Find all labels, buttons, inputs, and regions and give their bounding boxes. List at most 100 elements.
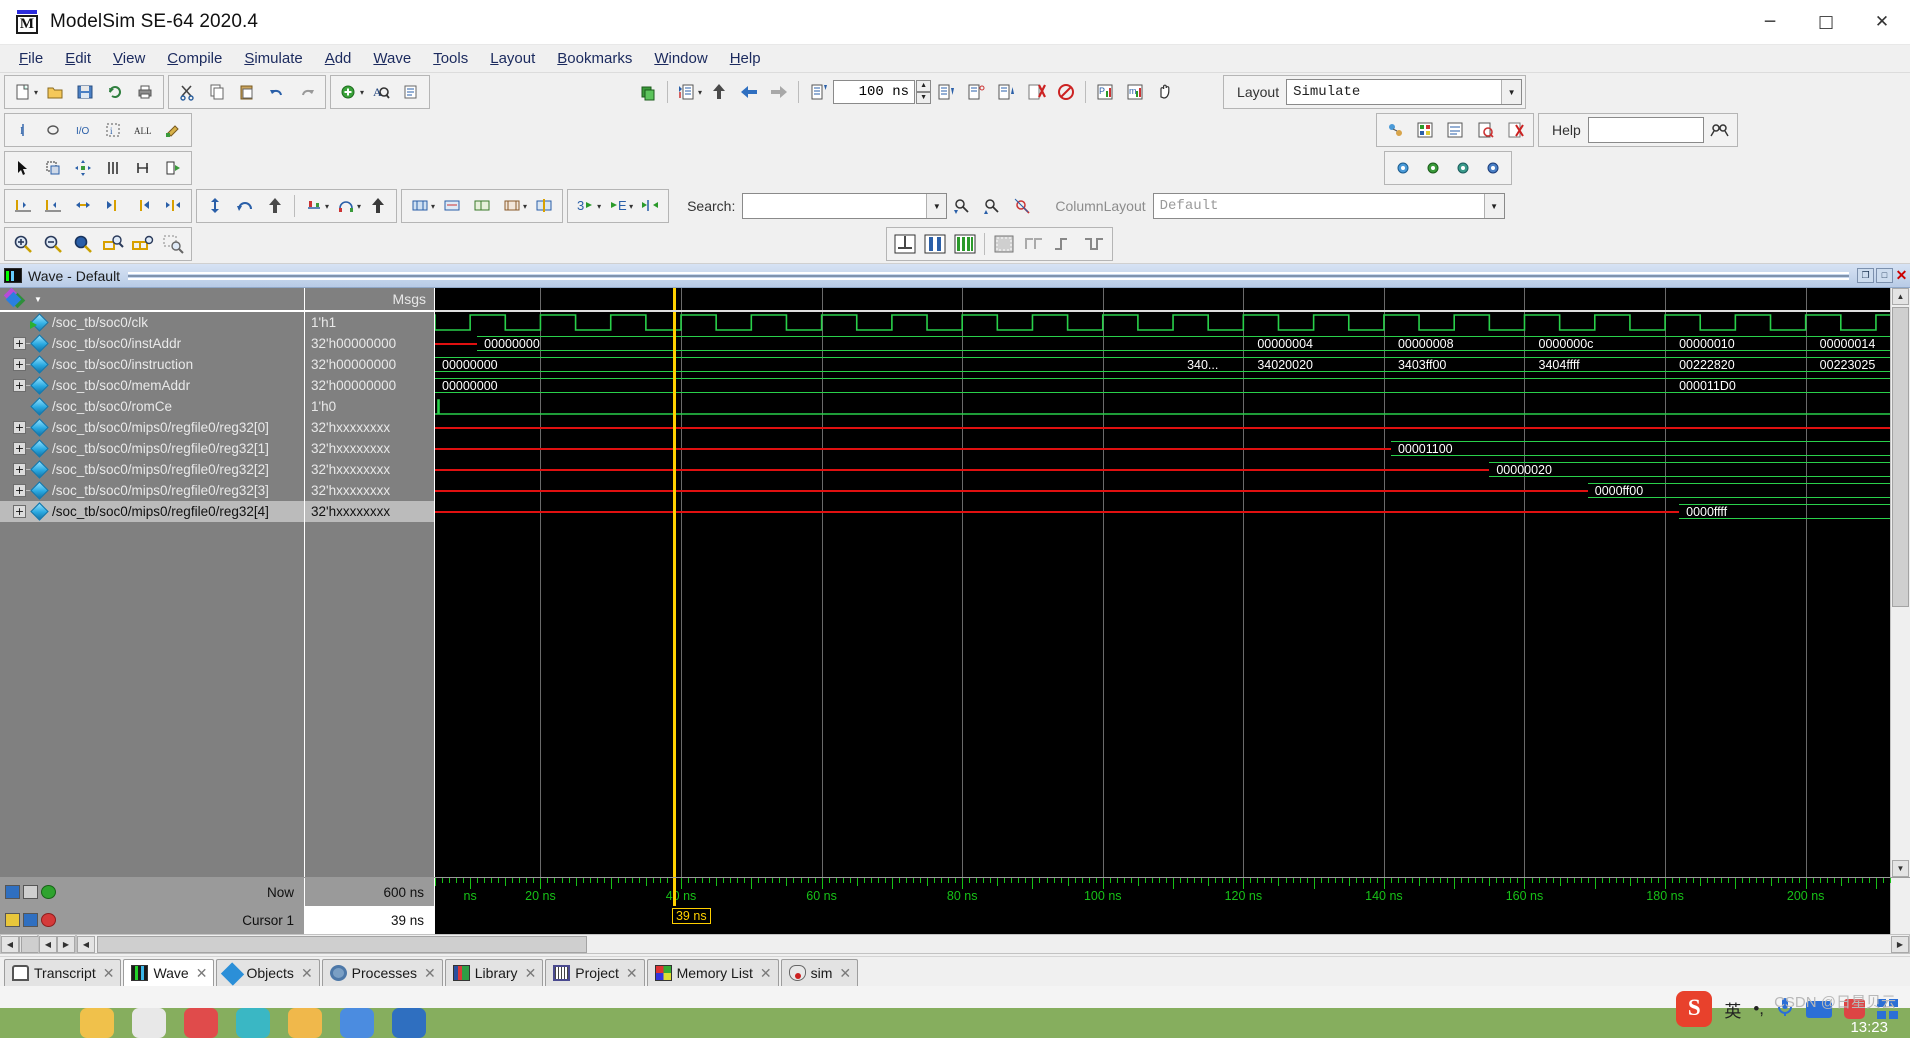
wave-format-7-icon[interactable] bbox=[1080, 230, 1108, 258]
menu-item-layout[interactable]: Layout bbox=[479, 48, 546, 69]
wave-undock-button[interactable]: ❐ bbox=[1857, 268, 1874, 283]
tab-close-icon[interactable]: ✕ bbox=[760, 965, 772, 982]
dock-item-3[interactable] bbox=[184, 1008, 218, 1038]
dataflow-3-icon[interactable] bbox=[1441, 116, 1469, 144]
cursor-marker[interactable] bbox=[672, 288, 676, 310]
signal-row[interactable]: + /soc_tb/soc0/instruction bbox=[0, 354, 304, 375]
ungroup-dropdown-icon[interactable]: ▾ bbox=[357, 202, 361, 211]
sogou-logo-icon[interactable]: S bbox=[1676, 991, 1713, 1027]
wave-format-2-icon[interactable] bbox=[921, 230, 949, 258]
tab-close-icon[interactable]: ✕ bbox=[196, 965, 208, 982]
merge-signal-icon[interactable]: E bbox=[604, 192, 632, 220]
wave-window-drag-handle[interactable] bbox=[128, 270, 1849, 281]
scroll-up-arrow[interactable]: ▲ bbox=[1892, 288, 1909, 305]
time-ruler[interactable]: ns 20 ns 40 ns 60 ns 80 ns 100 ns 120 ns 140 ns… bbox=[435, 878, 1891, 924]
tab-close-icon[interactable]: ✕ bbox=[839, 965, 851, 982]
zoom-select-icon[interactable] bbox=[39, 154, 67, 182]
values-scroll-left-arrow[interactable]: ◀ bbox=[39, 935, 57, 953]
dock-item-7[interactable] bbox=[392, 1008, 426, 1038]
wave-close-button[interactable]: ✕ bbox=[1893, 267, 1910, 284]
names-scroll-left-arrow[interactable]: ◀ bbox=[1, 935, 19, 953]
wave-format-3-icon[interactable] bbox=[951, 230, 979, 258]
zoom-range-dropdown-icon[interactable]: ▾ bbox=[523, 202, 527, 211]
lock-icon[interactable] bbox=[5, 913, 20, 927]
save-icon[interactable] bbox=[71, 78, 99, 106]
tab-processes[interactable]: Processes ✕ bbox=[321, 959, 443, 986]
tab-project[interactable]: Project ✕ bbox=[545, 959, 645, 986]
wave-format-4-icon[interactable] bbox=[990, 230, 1018, 258]
delete-cursor2-icon[interactable] bbox=[41, 913, 56, 927]
cursor-marker[interactable] bbox=[672, 312, 676, 877]
zoom-cursor2-icon[interactable] bbox=[99, 230, 127, 258]
insert-signal-icon[interactable]: 3 bbox=[572, 192, 600, 220]
expand-icon[interactable]: + bbox=[13, 421, 26, 434]
ungroup-icon[interactable] bbox=[332, 192, 360, 220]
zoom-in-full-icon[interactable] bbox=[406, 192, 434, 220]
help-input[interactable] bbox=[1587, 117, 1704, 143]
menu-item-simulate[interactable]: Simulate bbox=[233, 48, 313, 69]
gear-3-icon[interactable] bbox=[1449, 154, 1477, 182]
dock-item-4[interactable] bbox=[236, 1008, 270, 1038]
io-icon[interactable]: I/O bbox=[69, 116, 97, 144]
zoom-in-dropdown-icon[interactable]: ▾ bbox=[431, 202, 435, 211]
merge-dropdown-icon[interactable]: ▾ bbox=[629, 202, 633, 211]
run-length-stepper[interactable]: ▲ ▼ bbox=[916, 80, 932, 104]
waveform-vertical-scrollbar[interactable]: ▲ ▼ bbox=[1890, 288, 1910, 877]
expand-icon[interactable]: + bbox=[13, 337, 26, 350]
menu-item-window[interactable]: Window bbox=[643, 48, 718, 69]
up-arrow-icon[interactable] bbox=[261, 192, 289, 220]
expand-icon[interactable]: + bbox=[13, 505, 26, 518]
expand-icon[interactable]: + bbox=[13, 442, 26, 455]
help-search-icon[interactable] bbox=[1705, 116, 1733, 144]
split-signal-icon[interactable] bbox=[636, 192, 664, 220]
dock-item-1[interactable] bbox=[80, 1008, 114, 1038]
cursor-center-icon[interactable] bbox=[159, 192, 187, 220]
wave-format-6-icon[interactable] bbox=[1050, 230, 1078, 258]
search-prev-icon[interactable] bbox=[948, 192, 976, 220]
menu-item-help[interactable]: Help bbox=[719, 48, 772, 69]
gear-2-icon[interactable] bbox=[1419, 154, 1447, 182]
signal-row[interactable]: + /soc_tb/soc0/mips0/regfile0/reg32[1] bbox=[0, 438, 304, 459]
ime-mode-label[interactable]: 英 bbox=[1724, 997, 1741, 1022]
expand-icon[interactable]: + bbox=[13, 379, 26, 392]
insert-cursor-icon[interactable] bbox=[9, 192, 37, 220]
run-dropdown-icon[interactable]: ▾ bbox=[698, 88, 702, 97]
tab-wave[interactable]: Wave ✕ bbox=[123, 959, 215, 986]
open-folder-icon[interactable] bbox=[41, 78, 69, 106]
values-horizontal-scrollbar[interactable]: ◀ ▶ bbox=[38, 934, 76, 954]
zoom-in-icon[interactable] bbox=[9, 230, 37, 258]
tab-sim[interactable]: sim ✕ bbox=[780, 959, 859, 986]
group-icon[interactable] bbox=[300, 192, 328, 220]
expand-icon[interactable] bbox=[201, 192, 229, 220]
close-button[interactable]: ✕ bbox=[1854, 0, 1910, 45]
menu-item-add[interactable]: Add bbox=[314, 48, 363, 69]
layout-combo[interactable]: Simulate ▼ bbox=[1286, 79, 1523, 105]
signal-row[interactable]: + /soc_tb/soc0/mips0/regfile0/reg32[0] bbox=[0, 417, 304, 438]
redo-icon[interactable] bbox=[293, 78, 321, 106]
stop-icon[interactable] bbox=[1022, 78, 1050, 106]
menu-item-wave[interactable]: Wave bbox=[362, 48, 422, 69]
compile-options-icon[interactable] bbox=[397, 78, 425, 106]
menu-item-view[interactable]: View bbox=[102, 48, 156, 69]
hand-icon[interactable] bbox=[1151, 78, 1179, 106]
step-into-icon[interactable] bbox=[804, 78, 832, 106]
tri-icon[interactable] bbox=[159, 154, 187, 182]
find-next-icon[interactable] bbox=[129, 192, 157, 220]
wrench-icon[interactable] bbox=[23, 913, 38, 927]
delete-cursor-icon[interactable] bbox=[39, 192, 67, 220]
dataflow-4-icon[interactable] bbox=[1471, 116, 1499, 144]
measure-icon[interactable] bbox=[129, 154, 157, 182]
columnlayout-combo[interactable]: Default ▼ bbox=[1152, 193, 1505, 219]
tab-objects[interactable]: Objects ✕ bbox=[216, 959, 320, 986]
values-scroll-right-arrow[interactable]: ▶ bbox=[57, 935, 75, 953]
wave-format-1-icon[interactable] bbox=[891, 230, 919, 258]
lock-cursor-icon[interactable] bbox=[69, 192, 97, 220]
tab-close-icon[interactable]: ✕ bbox=[424, 965, 436, 982]
all-icon[interactable]: ALL bbox=[129, 116, 157, 144]
step-icon[interactable] bbox=[932, 78, 960, 106]
cursor-list-icon[interactable] bbox=[23, 885, 38, 899]
find-prev-icon[interactable] bbox=[99, 192, 127, 220]
signal-row[interactable]: + /soc_tb/soc0/mips0/regfile0/reg32[2] bbox=[0, 459, 304, 480]
zoom-marquee-icon[interactable] bbox=[159, 230, 187, 258]
maximize-button[interactable]: □ bbox=[1798, 0, 1854, 45]
